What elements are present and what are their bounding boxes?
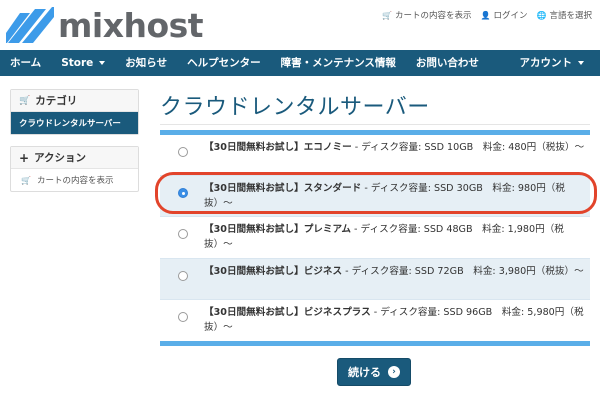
plan-name: 【30日間無料お試し】ビジネス bbox=[204, 265, 343, 277]
top-links: 🛒 カートの内容を表示 👤 ログイン 🌐 言語を選択 bbox=[382, 9, 592, 22]
view-cart-label: カートの内容を表示 bbox=[395, 11, 472, 21]
plan-name: 【30日間無料お試し】エコノミー bbox=[204, 142, 352, 153]
plan-radio[interactable] bbox=[178, 229, 188, 240]
nav-network-status-label: 障害・メンテナンス情報 bbox=[280, 57, 396, 69]
view-cart-link[interactable]: 🛒 カートの内容を表示 bbox=[382, 9, 472, 22]
sidebar-item-cloud-rental-server[interactable]: クラウドレンタルサーバー bbox=[11, 112, 138, 134]
plan-option-business-plus[interactable]: 【30日間無料お試し】ビジネスプラス - ディスク容量: SSD 96GB 料金… bbox=[160, 300, 590, 341]
language-link[interactable]: 🌐 言語を選択 bbox=[536, 9, 592, 22]
plan-name: 【30日間無料お試し】スタンダード bbox=[204, 183, 362, 195]
plan-option-premium[interactable]: 【30日間無料お試し】プレミアム - ディスク容量: SSD 48GB 料金: … bbox=[160, 217, 590, 259]
nav-store-label: Store bbox=[61, 57, 94, 69]
login-label: ログイン bbox=[493, 11, 528, 21]
mixhost-logo[interactable]: mixhost bbox=[6, 5, 204, 45]
plan-text: 【30日間無料お試し】プレミアム - ディスク容量: SSD 48GB 料金: … bbox=[204, 222, 586, 252]
cart-icon: 🛒 bbox=[382, 10, 393, 20]
caret-down-icon bbox=[578, 61, 584, 65]
nav-home-label: ホーム bbox=[10, 57, 42, 69]
plan-name: 【30日間無料お試し】プレミアム bbox=[204, 224, 351, 236]
plan-option-business[interactable]: 【30日間無料お試し】ビジネス - ディスク容量: SSD 72GB 料金: 3… bbox=[160, 258, 590, 300]
sidebar-item-label: カートの内容を表示 bbox=[36, 176, 114, 186]
plan-text: 【30日間無料お試し】ビジネス - ディスク容量: SSD 72GB 料金: 3… bbox=[204, 264, 586, 279]
plan-text: 【30日間無料お試し】ビジネスプラス - ディスク容量: SSD 96GB 料金… bbox=[204, 305, 586, 335]
sidebar-item-view-cart[interactable]: 🛒 カートの内容を表示 bbox=[11, 169, 138, 191]
nav-announcements-label: お知らせ bbox=[125, 57, 168, 69]
plus-icon: + bbox=[19, 150, 30, 165]
action-title: アクション bbox=[34, 152, 87, 164]
plan-name: 【30日間無料お試し】ビジネスプラス bbox=[204, 306, 371, 318]
nav-home[interactable]: ホーム bbox=[0, 50, 51, 76]
plan-radio[interactable] bbox=[178, 311, 188, 322]
title-divider bbox=[160, 124, 590, 125]
arrow-right-circle-icon: › bbox=[388, 366, 400, 378]
plan-text: 【30日間無料お試し】エコノミー - ディスク容量: SSD 10GB 料金: … bbox=[204, 140, 586, 155]
plan-text: 【30日間無料お試し】スタンダード - ディスク容量: SSD 30GB 料金:… bbox=[204, 181, 586, 211]
nav-account[interactable]: アカウント bbox=[510, 50, 595, 76]
category-title: カテゴリ bbox=[35, 95, 78, 107]
cart-icon: 🛒 bbox=[19, 95, 31, 106]
caret-down-icon bbox=[99, 61, 106, 65]
logo-stripes-icon bbox=[6, 7, 54, 43]
continue-button[interactable]: 続ける › bbox=[337, 358, 411, 386]
plan-radio[interactable] bbox=[178, 270, 188, 281]
nav-network-status[interactable]: 障害・メンテナンス情報 bbox=[271, 50, 406, 76]
nav-announcements[interactable]: お知らせ bbox=[115, 50, 177, 76]
plan-detail: - ディスク容量: SSD 10GB 料金: 480円（税抜）〜 bbox=[351, 142, 585, 153]
login-link[interactable]: 👤 ログイン bbox=[480, 9, 528, 22]
user-icon: 👤 bbox=[480, 10, 491, 20]
header: mixhost 🛒 カートの内容を表示 👤 ログイン 🌐 言語を選択 bbox=[0, 0, 600, 50]
nav-account-label: アカウント bbox=[519, 57, 573, 69]
nav-store[interactable]: Store bbox=[51, 50, 115, 76]
category-panel-header: 🛒 カテゴリ bbox=[11, 90, 138, 112]
action-panel: + アクション 🛒 カートの内容を表示 bbox=[10, 146, 139, 192]
plan-radio-selected[interactable] bbox=[178, 188, 188, 199]
main-navbar: ホーム Store お知らせ ヘルプセンター 障害・メンテナンス情報 お問い合わ… bbox=[0, 50, 600, 76]
brand-name: mixhost bbox=[58, 6, 204, 45]
plan-detail: - ディスク容量: SSD 72GB 料金: 3,980円（税抜）〜 bbox=[342, 265, 584, 277]
continue-label: 続ける bbox=[348, 366, 381, 379]
nav-contact-label: お問い合わせ bbox=[415, 57, 479, 69]
page-title: クラウドレンタルサーバー bbox=[160, 95, 430, 120]
action-panel-header: + アクション bbox=[11, 147, 138, 169]
nav-contact[interactable]: お問い合わせ bbox=[406, 50, 489, 76]
language-label: 言語を選択 bbox=[549, 11, 592, 21]
nav-help-center[interactable]: ヘルプセンター bbox=[177, 50, 271, 76]
sidebar-item-label: クラウドレンタルサーバー bbox=[19, 119, 121, 129]
cart-icon: 🛒 bbox=[21, 175, 31, 185]
plan-option-economy[interactable]: 【30日間無料お試し】エコノミー - ディスク容量: SSD 10GB 料金: … bbox=[160, 135, 590, 177]
plan-option-standard[interactable]: 【30日間無料お試し】スタンダード - ディスク容量: SSD 30GB 料金:… bbox=[160, 176, 590, 218]
nav-help-center-label: ヘルプセンター bbox=[187, 57, 261, 69]
category-panel: 🛒 カテゴリ クラウドレンタルサーバー bbox=[10, 89, 139, 135]
language-icon: 🌐 bbox=[536, 10, 547, 20]
plan-list: 【30日間無料お試し】エコノミー - ディスク容量: SSD 10GB 料金: … bbox=[160, 130, 590, 346]
plan-radio[interactable] bbox=[178, 147, 188, 157]
